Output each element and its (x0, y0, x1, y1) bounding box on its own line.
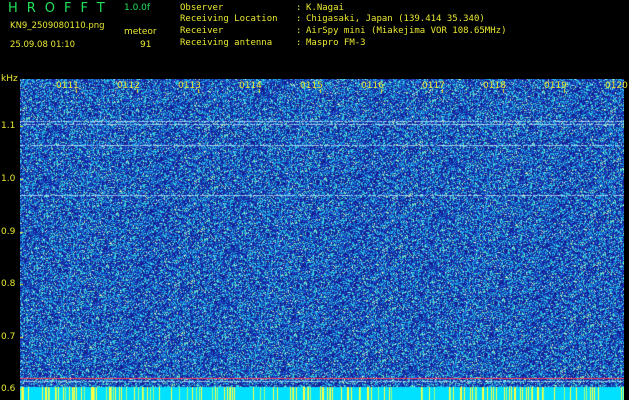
x-tick-label: 0118 (483, 81, 506, 91)
info-value-receiver: AirSpy mini (Miakejima VOR 108.65MHz) (306, 26, 507, 36)
version-label: 1.0.0f (124, 3, 151, 13)
y-axis-unit-label: kHz (1, 74, 18, 84)
x-tick-label: 0117 (422, 81, 445, 91)
x-tick-label: 0119 (544, 81, 567, 91)
meteor-label: meteor (124, 27, 157, 37)
info-colon: : (296, 14, 302, 24)
y-tick-label: 0.8 (1, 279, 16, 290)
spectrogram-plot (20, 79, 624, 400)
info-value-location: Chigasaki, Japan (139.414 35.340) (306, 14, 485, 24)
info-label-observer: Observer (180, 3, 224, 13)
info-colon: : (296, 38, 302, 48)
info-colon: : (296, 3, 302, 13)
x-tick-label: 0116 (361, 81, 384, 91)
x-tick-label: 0112 (117, 81, 140, 91)
datetime-label: 25.09.08 01:10 (10, 40, 76, 50)
info-label-location: Receiving Location (180, 14, 278, 24)
filename-label: KN9_2509080110.png (10, 21, 105, 31)
y-tick-label: 0.6 (1, 384, 16, 395)
x-tick-label: 0113 (178, 81, 201, 91)
info-value-antenna: Maspro FM-3 (306, 38, 366, 48)
x-tick-label: 0120 (605, 81, 628, 91)
x-tick-label: 0114 (239, 81, 262, 91)
info-label-antenna: Receiving antenna (180, 38, 273, 48)
x-tick-label: 0111 (56, 81, 79, 91)
info-colon: : (296, 26, 302, 36)
meteor-count: 91 (140, 40, 152, 50)
app-title: HROFFT (8, 1, 114, 16)
y-tick-label: 0.9 (1, 226, 16, 237)
y-tick-label: 1.0 (1, 173, 16, 184)
x-tick-label: 0115 (300, 81, 323, 91)
y-tick-label: 0.7 (1, 331, 16, 342)
info-label-receiver: Receiver (180, 26, 224, 36)
y-tick-label: 1.1 (1, 121, 16, 132)
info-value-observer: K.Nagai (306, 3, 344, 13)
